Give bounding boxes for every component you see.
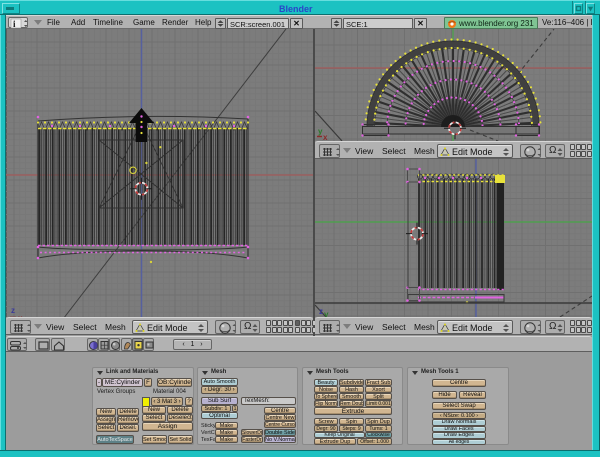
svg-text:x: x xyxy=(323,133,328,141)
svg-text:z: z xyxy=(319,307,323,316)
svg-text:z: z xyxy=(11,306,15,315)
svg-text:y: y xyxy=(324,310,329,317)
